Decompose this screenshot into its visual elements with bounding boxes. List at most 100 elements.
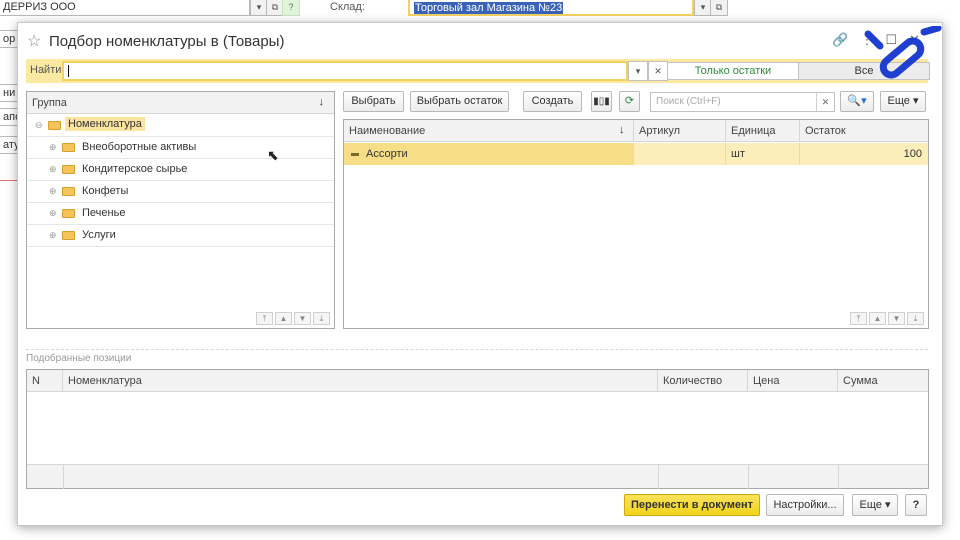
- text-caret: [68, 65, 69, 77]
- expand-icon[interactable]: ⊕: [49, 208, 57, 219]
- footer-more-label: Еще: [859, 499, 882, 511]
- warehouse-label: Склад:: [330, 1, 365, 13]
- tree-item-label: Внеоборотные активы: [82, 141, 197, 153]
- chevron-down-icon: ▾: [884, 499, 891, 511]
- selected-items-label: Подобранные позиции: [26, 353, 132, 364]
- cell-name: Ассорти: [344, 143, 634, 165]
- selected-table-header: N Номенклатура Количество Цена Сумма: [27, 370, 928, 392]
- tree-item-confectionery-raw[interactable]: ⊕ Кондитерское сырье: [27, 159, 334, 181]
- footer-sep: [748, 465, 749, 489]
- barcode-button[interactable]: ▮▯▮: [591, 91, 612, 112]
- toggle-only-remainders[interactable]: Только остатки: [667, 62, 799, 80]
- list-search-input[interactable]: Поиск (Ctrl+F) ✕: [650, 92, 835, 112]
- col-sum[interactable]: Сумма: [838, 370, 928, 392]
- tree-item-label: Печенье: [82, 207, 126, 219]
- scroll-down-icon[interactable]: ▼: [294, 312, 311, 325]
- scroll-down-icon[interactable]: ▼: [888, 312, 905, 325]
- list-search-placeholder: Поиск (Ctrl+F): [656, 96, 721, 107]
- bg-fragment-3: апол: [0, 108, 18, 126]
- groups-header-label: Группа: [32, 97, 67, 109]
- organization-field[interactable]: ДЕРРИЗ ООО: [0, 0, 250, 16]
- tree-scroll-buttons: ⤒ ▲ ▼ ⤓: [254, 312, 330, 326]
- link-icon[interactable]: 🔗: [832, 32, 860, 47]
- tree-item-services[interactable]: ⊕ Услуги: [27, 225, 334, 247]
- groups-tree: Группа ↓ ⊖ Номенклатура ⊕ Внеоборотные а…: [26, 91, 335, 329]
- col-price[interactable]: Цена: [748, 370, 838, 392]
- expand-icon[interactable]: ⊕: [49, 142, 57, 153]
- brand-logo: [864, 26, 942, 79]
- create-button[interactable]: Создать: [523, 91, 582, 112]
- folder-icon: [48, 121, 61, 130]
- expand-icon[interactable]: ⊕: [49, 186, 57, 197]
- search-clear-button[interactable]: ✕: [648, 61, 668, 81]
- bg-fragment-2: ни тар: [0, 84, 18, 102]
- select-remainder-button[interactable]: Выбрать остаток: [410, 91, 509, 112]
- col-name[interactable]: Наименование: [344, 120, 634, 142]
- warehouse-value: Торговый зал Магазина №23: [414, 2, 564, 14]
- scroll-top-icon[interactable]: ⤒: [850, 312, 867, 325]
- expand-icon[interactable]: ⊕: [49, 164, 57, 175]
- footer-more-button[interactable]: Еще ▾: [852, 494, 898, 516]
- expand-icon[interactable]: ⊕: [49, 230, 57, 241]
- items-table: Наименование ↓ Артикул Единица Остаток А…: [343, 119, 929, 329]
- help-button[interactable]: ?: [905, 494, 927, 516]
- tree-root-row[interactable]: ⊖ Номенклатура: [27, 115, 334, 137]
- cell-article: [634, 143, 726, 165]
- cell-unit: шт: [726, 143, 800, 165]
- footer-sep: [658, 465, 659, 489]
- col-nomenclature[interactable]: Номенклатура: [63, 370, 658, 392]
- dialog-title: Подбор номенклатуры в (Товары): [49, 33, 285, 50]
- tree-item-label: Конфеты: [82, 185, 129, 197]
- selected-table-footer: [27, 464, 928, 489]
- item-name: Ассорти: [366, 148, 408, 160]
- groups-header[interactable]: Группа ↓: [27, 92, 334, 114]
- list-search-clear-icon[interactable]: ✕: [816, 93, 834, 111]
- footer-sep: [63, 465, 64, 489]
- folder-icon: [62, 209, 75, 218]
- tree-item-cookies[interactable]: ⊕ Печенье: [27, 203, 334, 225]
- item-marker-icon: [351, 152, 359, 156]
- sort-arrow-icon[interactable]: ↓: [319, 96, 325, 108]
- refresh-icon: ⟳: [624, 95, 635, 107]
- scroll-bottom-icon[interactable]: ⤓: [313, 312, 330, 325]
- warehouse-open-button[interactable]: ⧉: [710, 0, 728, 16]
- sort-arrow-icon[interactable]: ↓: [619, 124, 625, 136]
- mouse-cursor-icon: ⬉: [267, 147, 279, 163]
- folder-icon: [62, 187, 75, 196]
- scroll-up-icon[interactable]: ▲: [275, 312, 292, 325]
- table-row[interactable]: Ассорти шт 100: [344, 143, 928, 165]
- items-scroll-buttons: ⤒ ▲ ▼ ⤓: [848, 312, 924, 326]
- col-stock[interactable]: Остаток: [800, 120, 928, 142]
- scroll-bottom-icon[interactable]: ⤓: [907, 312, 924, 325]
- warehouse-field[interactable]: Торговый зал Магазина №23: [408, 0, 694, 16]
- collapse-icon[interactable]: ⊖: [35, 120, 43, 131]
- tree-item-candies[interactable]: ⊕ Конфеты: [27, 181, 334, 203]
- tree-root-label: Номенклатура: [65, 117, 145, 131]
- barcode-icon: ▮▯▮: [593, 96, 610, 107]
- tree-item-fixed-assets[interactable]: ⊕ Внеоборотные активы: [27, 137, 334, 159]
- items-table-header: Наименование ↓ Артикул Единица Остаток: [344, 120, 928, 142]
- col-unit[interactable]: Единица: [726, 120, 800, 142]
- help-icon[interactable]: ?: [282, 0, 300, 16]
- folder-icon: [62, 165, 75, 174]
- tree-item-label: Услуги: [82, 229, 116, 241]
- transfer-to-document-button[interactable]: Перенести в документ: [624, 494, 760, 516]
- scroll-up-icon[interactable]: ▲: [869, 312, 886, 325]
- folder-icon: [62, 143, 75, 152]
- footer-sep: [838, 465, 839, 489]
- col-number[interactable]: N: [27, 370, 63, 392]
- nomenclature-picker-dialog: ☆ Подбор номенклатуры в (Товары) 🔗⋮☐✕ На…: [17, 22, 943, 526]
- settings-button[interactable]: Настройки...: [766, 494, 844, 516]
- search-row: Найти: ▾ ✕ Только остатки Все: [26, 59, 930, 83]
- search-input[interactable]: [62, 61, 628, 81]
- search-history-button[interactable]: ▾: [628, 61, 648, 81]
- scroll-top-icon[interactable]: ⤒: [256, 312, 273, 325]
- select-button[interactable]: Выбрать: [343, 91, 404, 112]
- col-quantity[interactable]: Количество: [658, 370, 748, 392]
- col-article[interactable]: Артикул: [634, 120, 726, 142]
- folder-icon: [62, 231, 75, 240]
- section-divider: [26, 349, 928, 350]
- favorite-star-icon[interactable]: ☆: [27, 31, 41, 51]
- search-label: Найти:: [30, 64, 65, 76]
- refresh-button[interactable]: ⟳: [619, 91, 640, 112]
